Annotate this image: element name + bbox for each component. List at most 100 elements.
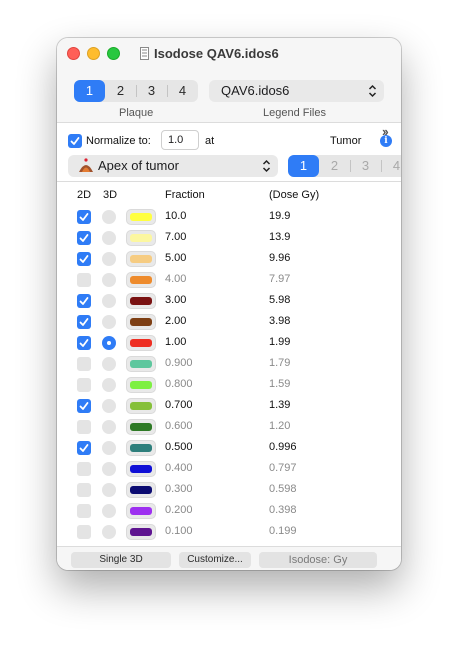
dose-value: 0.199 [269,525,297,537]
close-button[interactable] [67,47,80,60]
plaque-tab-1[interactable]: 1 [74,80,105,102]
color-swatch-button[interactable] [126,524,156,540]
fraction-value[interactable]: 0.400 [165,462,193,474]
fraction-value[interactable]: 3.00 [165,294,186,306]
fraction-value[interactable]: 5.00 [165,252,186,264]
tumor-tab-3[interactable]: 3 [350,155,381,177]
show-2d-checkbox[interactable] [77,504,91,518]
color-swatch-button[interactable] [126,356,156,372]
tumor-tab-1[interactable]: 1 [288,155,319,177]
plaque-tab-3[interactable]: 3 [136,80,167,102]
show-3d-radio[interactable] [102,483,116,497]
color-swatch [130,528,152,536]
color-swatch-button[interactable] [126,314,156,330]
fraction-value[interactable]: 0.200 [165,504,193,516]
normalize-value-field[interactable]: 1.0 [161,130,199,150]
checkmark-icon [79,234,89,242]
fraction-value[interactable]: 0.100 [165,525,193,537]
fraction-value[interactable]: 10.0 [165,210,186,222]
show-2d-checkbox[interactable] [77,252,91,266]
fraction-value[interactable]: 1.00 [165,336,186,348]
document-proxy-icon[interactable] [140,47,149,60]
dose-value: 0.398 [269,504,297,516]
show-3d-radio[interactable] [102,336,116,350]
show-2d-checkbox[interactable] [77,294,91,308]
show-3d-radio[interactable] [102,525,116,539]
dose-value: 3.98 [269,315,291,327]
fraction-value[interactable]: 0.300 [165,483,193,495]
show-2d-checkbox[interactable] [77,462,91,476]
color-swatch-button[interactable] [126,461,156,477]
color-swatch-button[interactable] [126,251,156,267]
color-swatch [130,339,152,347]
dose-value: 0.598 [269,483,297,495]
show-2d-checkbox[interactable] [77,336,91,350]
color-swatch-button[interactable] [126,377,156,393]
show-2d-checkbox[interactable] [77,273,91,287]
normalize-checkbox[interactable] [68,134,82,148]
tumor-selector: 1234 [288,155,401,177]
zoom-button[interactable] [107,47,120,60]
show-2d-checkbox[interactable] [77,399,91,413]
isodose-window: Isodose QAV6.idos6 1234 Plaque QAV6.idos… [57,38,401,570]
color-swatch-button[interactable] [126,230,156,246]
minimize-button[interactable] [87,47,100,60]
color-swatch-button[interactable] [126,503,156,519]
show-2d-checkbox[interactable] [77,483,91,497]
tumor-tab-2[interactable]: 2 [319,155,350,177]
color-swatch-button[interactable] [126,398,156,414]
dose-value: 5.98 [269,294,291,306]
show-3d-radio[interactable] [102,231,116,245]
color-swatch-button[interactable] [126,209,156,225]
show-3d-radio[interactable] [102,441,116,455]
legend-file-popup[interactable]: QAV6.idos6 [209,80,384,102]
plaque-tab-4[interactable]: 4 [167,80,198,102]
tumor-label: Tumor [330,135,362,147]
show-3d-radio[interactable] [102,399,116,413]
show-3d-radio[interactable] [102,420,116,434]
plaque-tab-2[interactable]: 2 [105,80,136,102]
fraction-value[interactable]: 7.00 [165,231,186,243]
color-swatch-button[interactable] [126,419,156,435]
plaque-caption: Plaque [119,107,154,119]
show-2d-checkbox[interactable] [77,525,91,539]
color-swatch-button[interactable] [126,482,156,498]
fraction-value[interactable]: 0.800 [165,378,193,390]
plaque-selector: 1234 [74,80,198,102]
show-3d-radio[interactable] [102,273,116,287]
show-2d-checkbox[interactable] [77,231,91,245]
show-3d-radio[interactable] [102,294,116,308]
normalize-point-popup[interactable]: Apex of tumor [68,155,278,177]
show-2d-checkbox[interactable] [77,210,91,224]
color-swatch [130,255,152,263]
fraction-value[interactable]: 0.600 [165,420,193,432]
show-3d-radio[interactable] [102,357,116,371]
show-3d-radio[interactable] [102,315,116,329]
fraction-value[interactable]: 0.900 [165,357,193,369]
show-2d-checkbox[interactable] [77,420,91,434]
show-3d-radio[interactable] [102,378,116,392]
info-icon[interactable]: i [380,135,392,147]
show-3d-radio[interactable] [102,252,116,266]
show-3d-radio[interactable] [102,504,116,518]
show-2d-checkbox[interactable] [77,441,91,455]
fraction-value[interactable]: 0.700 [165,399,193,411]
customize-button[interactable]: Customize... [179,552,251,568]
color-swatch-button[interactable] [126,293,156,309]
color-swatch-button[interactable] [126,440,156,456]
color-swatch-button[interactable] [126,335,156,351]
color-swatch [130,402,152,410]
color-swatch-button[interactable] [126,272,156,288]
fraction-value[interactable]: 4.00 [165,273,186,285]
tumor-tab-4[interactable]: 4 [381,155,401,177]
isodose-units-menu[interactable]: Isodose: Gy [259,552,377,568]
fraction-value[interactable]: 2.00 [165,315,186,327]
show-3d-radio[interactable] [102,210,116,224]
show-2d-checkbox[interactable] [77,357,91,371]
show-2d-checkbox[interactable] [77,315,91,329]
fraction-value[interactable]: 0.500 [165,441,193,453]
show-2d-checkbox[interactable] [77,378,91,392]
show-3d-radio[interactable] [102,462,116,476]
color-swatch [130,444,152,452]
single-3d-button[interactable]: Single 3D [71,552,171,568]
